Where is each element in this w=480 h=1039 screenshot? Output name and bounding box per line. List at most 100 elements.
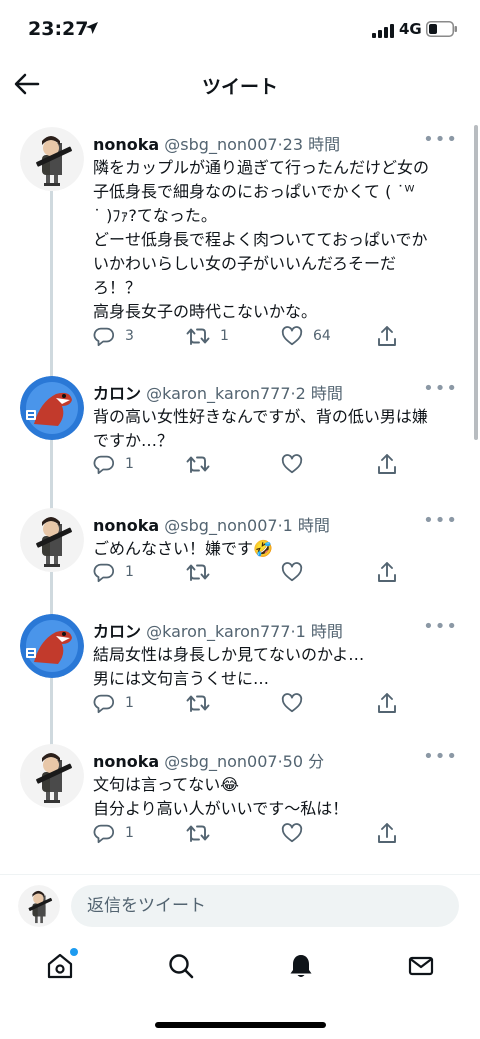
tweet-text-line: ごめんなさい！嫌です🤣 xyxy=(93,539,273,558)
display-name[interactable]: nonoka xyxy=(93,752,159,771)
share-button[interactable] xyxy=(377,822,397,844)
more-options-icon[interactable]: ••• xyxy=(423,510,458,531)
tweet-text-line: ですか…？ xyxy=(93,431,174,450)
display-name[interactable]: nonoka xyxy=(93,135,159,154)
new-content-dot xyxy=(70,948,78,956)
display-name[interactable]: nonoka xyxy=(93,516,159,535)
tweet-time[interactable]: 1 時間 xyxy=(283,516,330,535)
tweet-text-line: 文句は言ってない😂 xyxy=(93,775,239,794)
retweet-button[interactable] xyxy=(186,561,210,583)
user-handle[interactable]: @sbg_non007 xyxy=(164,516,277,535)
share-icon xyxy=(378,693,396,713)
signal-bars-icon xyxy=(372,23,394,42)
reply-button[interactable]: 1 xyxy=(93,822,134,844)
user-handle[interactable]: @sbg_non007 xyxy=(164,752,277,771)
thread-line xyxy=(50,678,53,750)
battery-icon xyxy=(426,21,458,41)
like-button[interactable] xyxy=(281,692,303,714)
reply-composer: 返信をツイート xyxy=(0,874,480,939)
retweet-icon xyxy=(186,825,210,842)
tweet-text-line: 隣をカップルが通り過ぎて行ったんだけど女の xyxy=(93,158,430,177)
tweet-text-line: どーせ低身長で程よく肉ついてておっぱいでか xyxy=(93,230,428,249)
avatar[interactable] xyxy=(18,885,60,927)
dinosaur-avatar-image xyxy=(20,614,84,678)
user-handle[interactable]: @karon_karon777 xyxy=(146,384,290,403)
tweet-time[interactable]: 23 時間 xyxy=(283,135,340,154)
share-button[interactable] xyxy=(377,692,397,714)
tab-notifications[interactable] xyxy=(287,952,315,984)
reply-button[interactable]: 1 xyxy=(93,561,134,583)
tweet-time[interactable]: 1 時間 xyxy=(296,622,343,641)
location-arrow-icon xyxy=(85,20,99,39)
thread-line xyxy=(50,440,53,512)
reply-count: 1 xyxy=(125,456,134,472)
share-icon xyxy=(378,823,396,843)
retweet-button[interactable] xyxy=(186,453,210,475)
tweet-header: nonoka @sbg_non007·50 分 xyxy=(93,748,324,772)
tweet-text: ごめんなさい！嫌です🤣 xyxy=(93,537,463,561)
tweet-text-line: ˙ )ﾌｧ?てなった。 xyxy=(93,206,217,225)
soldier-avatar-image xyxy=(18,885,60,927)
retweet-icon xyxy=(186,695,210,712)
like-button[interactable] xyxy=(281,822,303,844)
more-options-icon[interactable]: ••• xyxy=(423,129,458,150)
display-name[interactable]: カロン xyxy=(93,622,141,641)
tweet-actions: 3 1 64 xyxy=(93,325,413,349)
like-button[interactable]: 64 xyxy=(281,325,331,347)
like-button[interactable] xyxy=(281,561,303,583)
retweet-icon xyxy=(186,328,210,345)
mail-icon xyxy=(408,956,434,976)
avatar[interactable] xyxy=(20,744,84,808)
retweet-button[interactable] xyxy=(186,692,210,714)
dinosaur-avatar-image xyxy=(20,376,84,440)
more-options-icon[interactable]: ••• xyxy=(423,378,458,399)
reply-button[interactable]: 1 xyxy=(93,453,134,475)
user-handle[interactable]: @sbg_non007 xyxy=(164,135,277,154)
user-handle[interactable]: @karon_karon777 xyxy=(146,622,290,641)
retweet-icon xyxy=(186,564,210,581)
retweet-button[interactable] xyxy=(186,822,210,844)
tweet-text: 結局女性は身長しか見てないのかよ… 男には文句言うくせに… xyxy=(93,643,463,691)
reply-button[interactable]: 1 xyxy=(93,692,134,714)
tweet-actions: 1 xyxy=(93,692,413,716)
avatar[interactable] xyxy=(20,508,84,572)
tweet-time[interactable]: 2 時間 xyxy=(296,384,343,403)
tweet-text-line: 結局女性は身長しか見てないのかよ… xyxy=(93,645,365,664)
avatar[interactable] xyxy=(20,376,84,440)
page-header: ツイート xyxy=(0,62,480,106)
retweet-button[interactable]: 1 xyxy=(186,325,229,347)
avatar[interactable] xyxy=(20,127,84,191)
share-icon xyxy=(378,454,396,474)
like-button[interactable] xyxy=(281,453,303,475)
reply-button[interactable]: 3 xyxy=(93,325,134,347)
tab-home[interactable] xyxy=(46,948,78,984)
avatar[interactable] xyxy=(20,614,84,678)
tweet-header: カロン @karon_karon777·1 時間 xyxy=(93,618,343,642)
retweet-count: 1 xyxy=(220,328,229,344)
heart-icon xyxy=(281,562,303,582)
search-icon xyxy=(169,954,194,979)
tab-search[interactable] xyxy=(167,952,195,984)
reply-count: 3 xyxy=(125,328,134,344)
heart-icon xyxy=(281,454,303,474)
share-icon xyxy=(378,562,396,582)
share-button[interactable] xyxy=(377,325,397,347)
tweet-time[interactable]: 50 分 xyxy=(283,752,324,771)
tab-messages[interactable] xyxy=(407,952,435,984)
tweet-text: 隣をカップルが通り過ぎて行ったんだけど女の 子低身長で細身なのにおっぱいでかくて… xyxy=(93,156,463,324)
scrollbar[interactable] xyxy=(474,125,478,440)
more-options-icon[interactable]: ••• xyxy=(423,616,458,637)
soldier-avatar-image xyxy=(20,508,84,572)
heart-icon xyxy=(281,326,303,346)
home-icon xyxy=(47,953,73,979)
reply-input[interactable]: 返信をツイート xyxy=(71,885,459,927)
tweet-text-line: 男には文句言うくせに… xyxy=(93,669,270,688)
reply-icon xyxy=(93,455,115,475)
share-button[interactable] xyxy=(377,453,397,475)
reply-icon xyxy=(93,694,115,714)
status-time: 23:27 xyxy=(28,18,89,40)
share-button[interactable] xyxy=(377,561,397,583)
display-name[interactable]: カロン xyxy=(93,384,141,403)
more-options-icon[interactable]: ••• xyxy=(423,746,458,767)
network-type: 4G xyxy=(399,20,422,38)
